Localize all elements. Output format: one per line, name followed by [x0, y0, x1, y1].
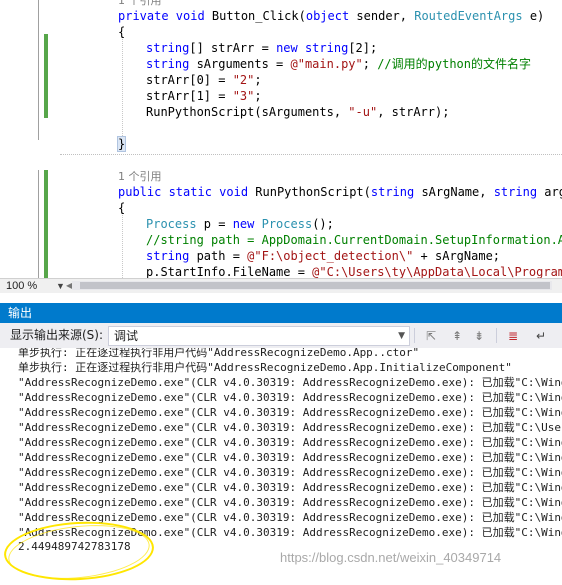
code-token: strArr[1] = [146, 89, 233, 103]
code-token: ; [254, 89, 262, 103]
code-line[interactable]: 1 个引用 [118, 168, 162, 184]
output-line: "AddressRecognizeDemo.exe"(CLR v4.0.3031… [18, 466, 562, 479]
code-token: string [146, 57, 197, 71]
code-token: new [232, 217, 262, 231]
zoom-level[interactable]: 100 % [6, 279, 37, 293]
code-token: RunPythonScript(sArguments, [146, 105, 349, 119]
output-line: 单步执行: 正在逐过程执行非用户代码"AddressRecognizeDemo.… [18, 348, 420, 359]
next-message-icon[interactable]: ⇟ [470, 327, 488, 345]
code-token: string [370, 185, 422, 199]
watermark: https://blog.csdn.net/weixin_40349714 [280, 550, 502, 565]
code-token: p = [203, 217, 233, 231]
chevron-down-icon: ▼ [398, 331, 405, 341]
code-line[interactable]: { [118, 24, 125, 40]
code-token: sArgName, [421, 185, 494, 199]
code-token: @"main.py" [290, 57, 363, 71]
reference-count[interactable]: 1 个引用 [118, 170, 162, 183]
code-token: object [305, 9, 357, 23]
horizontal-scrollbar[interactable] [72, 281, 552, 290]
code-token: @"C:\Users\ty\AppData\Local\Programs\ [312, 265, 562, 278]
output-line: "AddressRecognizeDemo.exe"(CLR v4.0.3031… [18, 376, 562, 389]
code-token: ; [362, 57, 378, 71]
output-line: "AddressRecognizeDemo.exe"(CLR v4.0.3031… [18, 496, 562, 509]
code-line[interactable]: } [116, 136, 127, 152]
code-line[interactable]: { [118, 200, 125, 216]
code-token: (); [312, 217, 334, 231]
output-panel-title: 输出 [8, 306, 33, 320]
code-token: @"F:\object_detection\" [247, 249, 414, 263]
code-token: , strArr); [377, 105, 450, 119]
code-line[interactable]: string sArguments = @"main.py"; //调用的pyt… [146, 56, 531, 72]
output-source-value: 调试 [114, 329, 139, 343]
code-line[interactable]: strArr[0] = "2"; [146, 72, 262, 88]
output-source-select[interactable]: 调试 ▼ [108, 326, 410, 346]
word-wrap-icon[interactable]: ↵ [532, 327, 550, 345]
code-token: RunPythonScript( [255, 185, 371, 199]
scrollbar-thumb[interactable] [80, 282, 550, 289]
output-line: "AddressRecognizeDemo.exe"(CLR v4.0.3031… [18, 511, 562, 524]
toolbar-divider [496, 328, 497, 343]
code-token: e) [529, 9, 545, 23]
code-line[interactable]: RunPythonScript(sArguments, "-u", strArr… [146, 104, 449, 120]
output-line: "AddressRecognizeDemo.exe"(CLR v4.0.3031… [18, 451, 562, 464]
code-token: strArr[0] = [146, 73, 233, 87]
code-token: string [146, 41, 190, 55]
code-area[interactable]: 1 个引用 private void Button_Click(object se… [0, 0, 562, 278]
code-token: Process [146, 217, 204, 231]
code-token: { [118, 25, 126, 39]
code-token: Process [261, 217, 313, 231]
code-token: private void [118, 9, 212, 23]
output-toolbar: 显示输出来源(S): 调试 ▼ ⇱ ⇞ ⇟ ≣ ↵ [0, 323, 562, 348]
output-line: "AddressRecognizeDemo.exe"(CLR v4.0.3031… [18, 436, 562, 449]
output-line: 单步执行: 正在逐过程执行非用户代码"AddressRecognizeDemo.… [18, 361, 512, 374]
code-token: + sArgName; [413, 249, 501, 263]
code-token: //string path = AppDomain.CurrentDomain.… [146, 233, 562, 247]
code-line[interactable]: string path = @"F:\object_detection\" + … [146, 248, 500, 264]
code-token: [] strArr = [189, 41, 277, 55]
code-token: path = [196, 249, 248, 263]
code-token: ; [254, 73, 262, 87]
code-line[interactable]: strArr[1] = "3"; [146, 88, 262, 104]
code-token: sender, [356, 9, 415, 23]
code-line[interactable]: 1 个引用 [118, 0, 162, 8]
code-line[interactable]: //string path = AppDomain.CurrentDomain.… [146, 232, 562, 248]
code-token: new string [276, 41, 349, 55]
output-line: "AddressRecognizeDemo.exe"(CLR v4.0.3031… [18, 421, 562, 434]
previous-message-icon[interactable]: ⇞ [448, 327, 466, 345]
code-line[interactable]: private void Button_Click(object sender,… [118, 8, 544, 24]
code-token: "2" [232, 73, 255, 87]
code-token: RoutedEventArgs [414, 9, 530, 23]
code-token: string [146, 249, 197, 263]
code-token: { [118, 201, 126, 215]
code-token: //调用的python的文件名字 [377, 57, 532, 71]
toolbar-divider [414, 328, 415, 343]
output-panel-header: 输出 [0, 303, 562, 323]
code-token: "-u" [348, 105, 378, 119]
reference-count[interactable]: 1 个引用 [118, 0, 162, 7]
code-line[interactable]: Process p = new Process(); [146, 216, 334, 232]
clear-all-icon[interactable]: ≣ [504, 327, 522, 345]
output-line: "AddressRecognizeDemo.exe"(CLR v4.0.3031… [18, 406, 562, 419]
find-message-icon[interactable]: ⇱ [422, 327, 440, 345]
code-token: public static void [118, 185, 256, 199]
output-line: "AddressRecognizeDemo.exe"(CLR v4.0.3031… [18, 481, 562, 494]
code-token: [2]; [348, 41, 378, 55]
code-line[interactable]: p.StartInfo.FileName = @"C:\Users\ty\App… [146, 264, 562, 278]
code-token: sArguments = [196, 57, 291, 71]
output-line: "AddressRecognizeDemo.exe"(CLR v4.0.3031… [18, 526, 562, 539]
output-source-label: 显示输出来源(S): [10, 328, 104, 342]
output-line: "AddressRecognizeDemo.exe"(CLR v4.0.3031… [18, 391, 562, 404]
code-token: p.StartInfo.FileName = [146, 265, 313, 278]
code-token: string [493, 185, 545, 199]
code-token: Button_Click( [211, 9, 306, 23]
code-token: "3" [232, 89, 255, 103]
zoom-dropdown-icon[interactable]: ▼ [56, 279, 65, 293]
code-token: args [544, 185, 562, 199]
code-line[interactable]: public static void RunPythonScript(strin… [118, 184, 562, 200]
code-line[interactable]: string[] strArr = new string[2]; [146, 40, 377, 56]
code-token: } [116, 136, 127, 152]
python-result-value: 2.449489742783178 [18, 540, 131, 553]
editor-status-strip: 100 % ▼ ◀ [0, 278, 562, 293]
code-editor[interactable]: 1 个引用 private void Button_Click(object se… [0, 0, 562, 278]
